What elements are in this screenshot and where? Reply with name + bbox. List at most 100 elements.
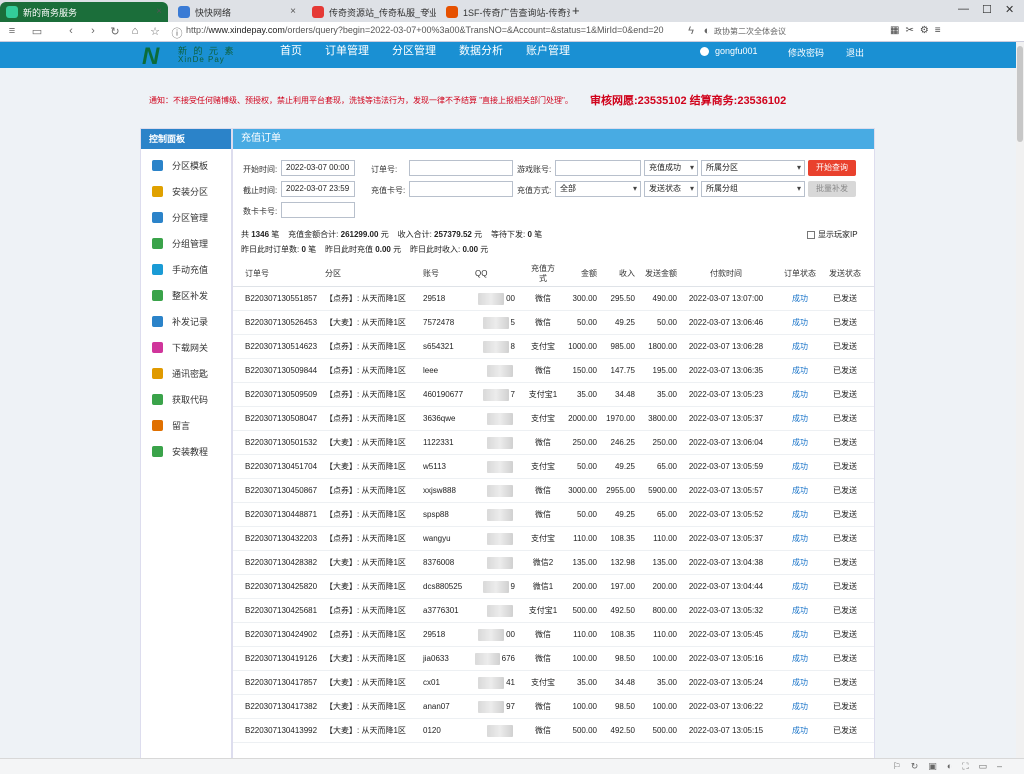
sidebar-item[interactable]: 安装教程 [141, 438, 231, 464]
forward-icon[interactable]: › [84, 25, 102, 37]
table-cell[interactable]: 成功 [781, 407, 819, 430]
sidebar-item[interactable]: 补发记录 [141, 308, 231, 334]
send-status-select[interactable]: 发送状态 [644, 181, 698, 197]
column-header[interactable]: 订单状态 [781, 261, 819, 286]
table-cell[interactable]: 成功 [781, 719, 819, 742]
table-cell[interactable]: 成功 [781, 455, 819, 478]
end-time-input[interactable]: 2022-03-07 23:59 [281, 181, 355, 197]
tab-close-icon[interactable]: × [290, 6, 296, 17]
nav-item[interactable]: 分区管理 [392, 42, 436, 68]
table-cell[interactable]: 成功 [781, 335, 819, 358]
table-cell[interactable]: 成功 [781, 287, 819, 310]
column-header[interactable]: 订单号 [245, 261, 325, 286]
column-header[interactable]: 收入 [605, 261, 635, 286]
order-no-input[interactable] [409, 160, 513, 176]
nav-item[interactable]: 数据分析 [459, 42, 503, 68]
user-menu[interactable]: gongfu001 [700, 46, 758, 56]
query-button[interactable]: 开始查询 [808, 160, 856, 176]
back-icon[interactable]: ‹ [62, 25, 80, 37]
toolbar-extension-icons[interactable]: ▦✂⚙≡ [890, 25, 947, 36]
group-select[interactable]: 所属分组 [701, 181, 805, 197]
table-cell[interactable]: 成功 [781, 575, 819, 598]
game-account-input[interactable] [555, 160, 641, 176]
table-cell[interactable]: 成功 [781, 623, 819, 646]
tab-close-icon[interactable]: × [558, 6, 564, 17]
sidebar-item[interactable]: 获取代码 [141, 386, 231, 412]
tab-list-icon[interactable]: ▭ [28, 25, 46, 38]
batch-resend-button[interactable]: 批量补发 [808, 181, 856, 197]
table-cell[interactable]: 成功 [781, 527, 819, 550]
change-password-link[interactable]: 修改密码 [788, 46, 824, 59]
logout-link[interactable]: 退出 [846, 46, 864, 59]
table-cell[interactable]: 成功 [781, 671, 819, 694]
sidebar-item[interactable]: 分组管理 [141, 230, 231, 256]
checkbox-icon[interactable] [807, 230, 815, 239]
card-number-input[interactable] [281, 202, 355, 218]
search-hint[interactable]: 政协第二次全体会议 [714, 26, 786, 37]
nav-item[interactable]: 账户管理 [526, 42, 570, 68]
status-select[interactable]: 充值成功 [644, 160, 698, 176]
table-cell: 【大麦】: 从天而降1区 [325, 551, 423, 574]
cell-text: 500.00 [572, 606, 597, 615]
table-cell[interactable]: 成功 [781, 647, 819, 670]
url-input[interactable]: http://www.xindepay.com/orders/query?beg… [186, 25, 676, 35]
column-header[interactable]: 发送金额 [637, 261, 677, 286]
show-player-ip-checkbox[interactable]: 显示玩家IP [807, 229, 858, 240]
cell-text: 2022-03-07 13:05:37 [688, 534, 764, 543]
page-scrollbar[interactable] [1016, 42, 1024, 758]
maximize-icon[interactable]: ☐ [982, 3, 992, 16]
tab-close-icon[interactable]: × [156, 6, 162, 17]
table-cell[interactable]: 成功 [781, 479, 819, 502]
column-header[interactable]: 分区 [325, 261, 423, 286]
table-cell[interactable]: 成功 [781, 503, 819, 526]
table-cell[interactable]: 成功 [781, 383, 819, 406]
browser-tab[interactable]: 快快网络 × [172, 2, 302, 22]
redacted-block [487, 460, 513, 473]
browser-tab[interactable]: 1SF-传奇广告查询站-传奇资源× [440, 2, 570, 22]
table-cell: 2000.00 [568, 407, 597, 430]
column-header[interactable]: QQ [475, 261, 515, 286]
status-bar-icons[interactable]: ⚐↻▣◐⛶▭– [893, 761, 1012, 772]
browser-tab[interactable]: 传奇资源站_传奇私服_专业的传× [306, 2, 436, 22]
tab-favicon-icon [6, 6, 18, 18]
sidebar-item[interactable]: 留言 [141, 412, 231, 438]
bookmark-star-icon[interactable]: ☆ [146, 25, 164, 38]
sidebar-item[interactable]: 安装分区 [141, 178, 231, 204]
column-header[interactable]: 金额 [569, 261, 597, 286]
tab-favicon-icon [178, 6, 190, 18]
column-header[interactable]: 付款时间 [681, 261, 771, 286]
tab-close-icon[interactable]: × [424, 6, 430, 17]
sidebar-item[interactable]: 手动充值 [141, 256, 231, 282]
table-cell: 2022-03-07 13:05:37 [681, 527, 771, 550]
sidebar-item[interactable]: 分区管理 [141, 204, 231, 230]
home-icon[interactable]: ⌂ [126, 25, 144, 37]
reload-icon[interactable]: ↻ [106, 25, 124, 38]
menu-icon[interactable]: ≡ [3, 25, 21, 37]
nav-item[interactable]: 订单管理 [325, 42, 369, 68]
sidebar-item[interactable]: 通讯密匙 [141, 360, 231, 386]
table-cell[interactable]: 成功 [781, 431, 819, 454]
scrollbar-thumb[interactable] [1017, 46, 1023, 142]
table-row: B220307130428382 【大麦】: 从天而降1区 8376008 微信2 13… [233, 551, 874, 575]
site-logo[interactable]: N 新 的 元 素 XinDe Pay [140, 42, 240, 70]
table-cell[interactable]: 成功 [781, 311, 819, 334]
zone-select[interactable]: 所属分区 [701, 160, 805, 176]
table-cell[interactable]: 成功 [781, 359, 819, 382]
new-tab-button[interactable]: + [572, 3, 580, 18]
nav-item[interactable]: 首页 [280, 42, 302, 68]
sidebar-item[interactable]: 整区补发 [141, 282, 231, 308]
pay-method-select[interactable]: 全部 [555, 181, 641, 197]
minimize-icon[interactable]: — [958, 3, 969, 15]
browser-tab[interactable]: 新的商务服务 × [0, 2, 168, 22]
column-header[interactable]: 发送状态 [823, 261, 867, 286]
table-cell[interactable]: 成功 [781, 695, 819, 718]
sidebar-item[interactable]: 分区模板 [141, 152, 231, 178]
sidebar-item[interactable]: 下载网关 [141, 334, 231, 360]
column-header[interactable]: 账号 [423, 261, 477, 286]
table-cell[interactable]: 成功 [781, 551, 819, 574]
close-window-icon[interactable]: ✕ [1005, 3, 1014, 16]
table-cell[interactable]: 成功 [781, 599, 819, 622]
column-header[interactable]: 充值方式 [528, 261, 558, 286]
card-no-input[interactable] [409, 181, 513, 197]
start-time-input[interactable]: 2022-03-07 00:00 [281, 160, 355, 176]
